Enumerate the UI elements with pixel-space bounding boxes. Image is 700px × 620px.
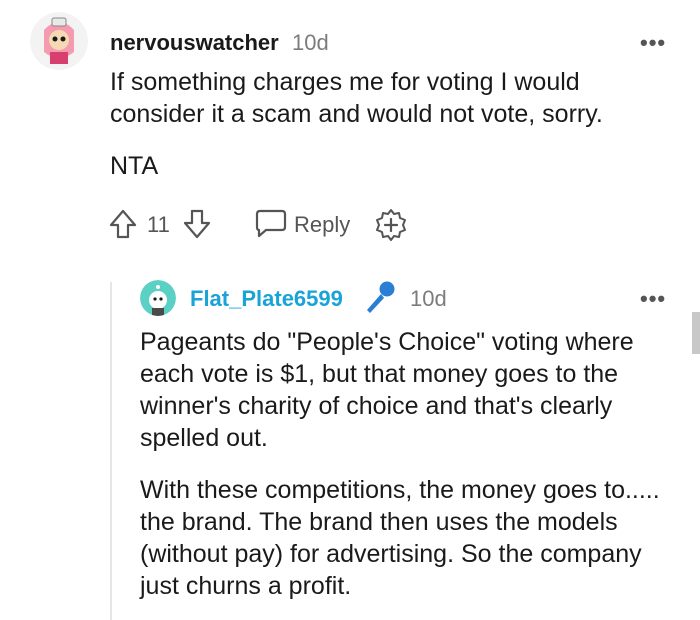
reply-more-options-button[interactable]: •••: [640, 286, 666, 312]
comment-timestamp: 10d: [292, 30, 329, 55]
reply-timestamp: 10d: [410, 286, 447, 311]
thread-line[interactable]: [110, 282, 112, 620]
reply-bubble-icon: [255, 209, 287, 238]
reply-username[interactable]: Flat_Plate6599: [190, 286, 343, 312]
reply-paragraph-1: Pageants do "People's Choice" voting whe…: [140, 328, 634, 452]
scrollbar-thumb[interactable]: [692, 312, 700, 354]
comment-username[interactable]: nervouswatcher: [110, 30, 279, 56]
reply-paragraph-2: With these competitions, the money goes …: [140, 476, 660, 600]
reply-avatar[interactable]: [140, 280, 176, 316]
award-icon[interactable]: [374, 208, 408, 242]
vote-count: 11: [147, 212, 170, 237]
downvote-icon[interactable]: [182, 208, 212, 240]
microphone-icon: [362, 280, 396, 314]
comment-paragraph-2: NTA: [110, 152, 159, 180]
user-avatar[interactable]: [30, 12, 88, 70]
comment-paragraph-1: If something charges me for voting I wou…: [110, 68, 603, 128]
upvote-icon[interactable]: [108, 208, 138, 240]
reply-label: Reply: [294, 212, 351, 237]
reply-button[interactable]: Reply: [254, 206, 364, 242]
comment-more-options-button[interactable]: •••: [640, 30, 666, 56]
